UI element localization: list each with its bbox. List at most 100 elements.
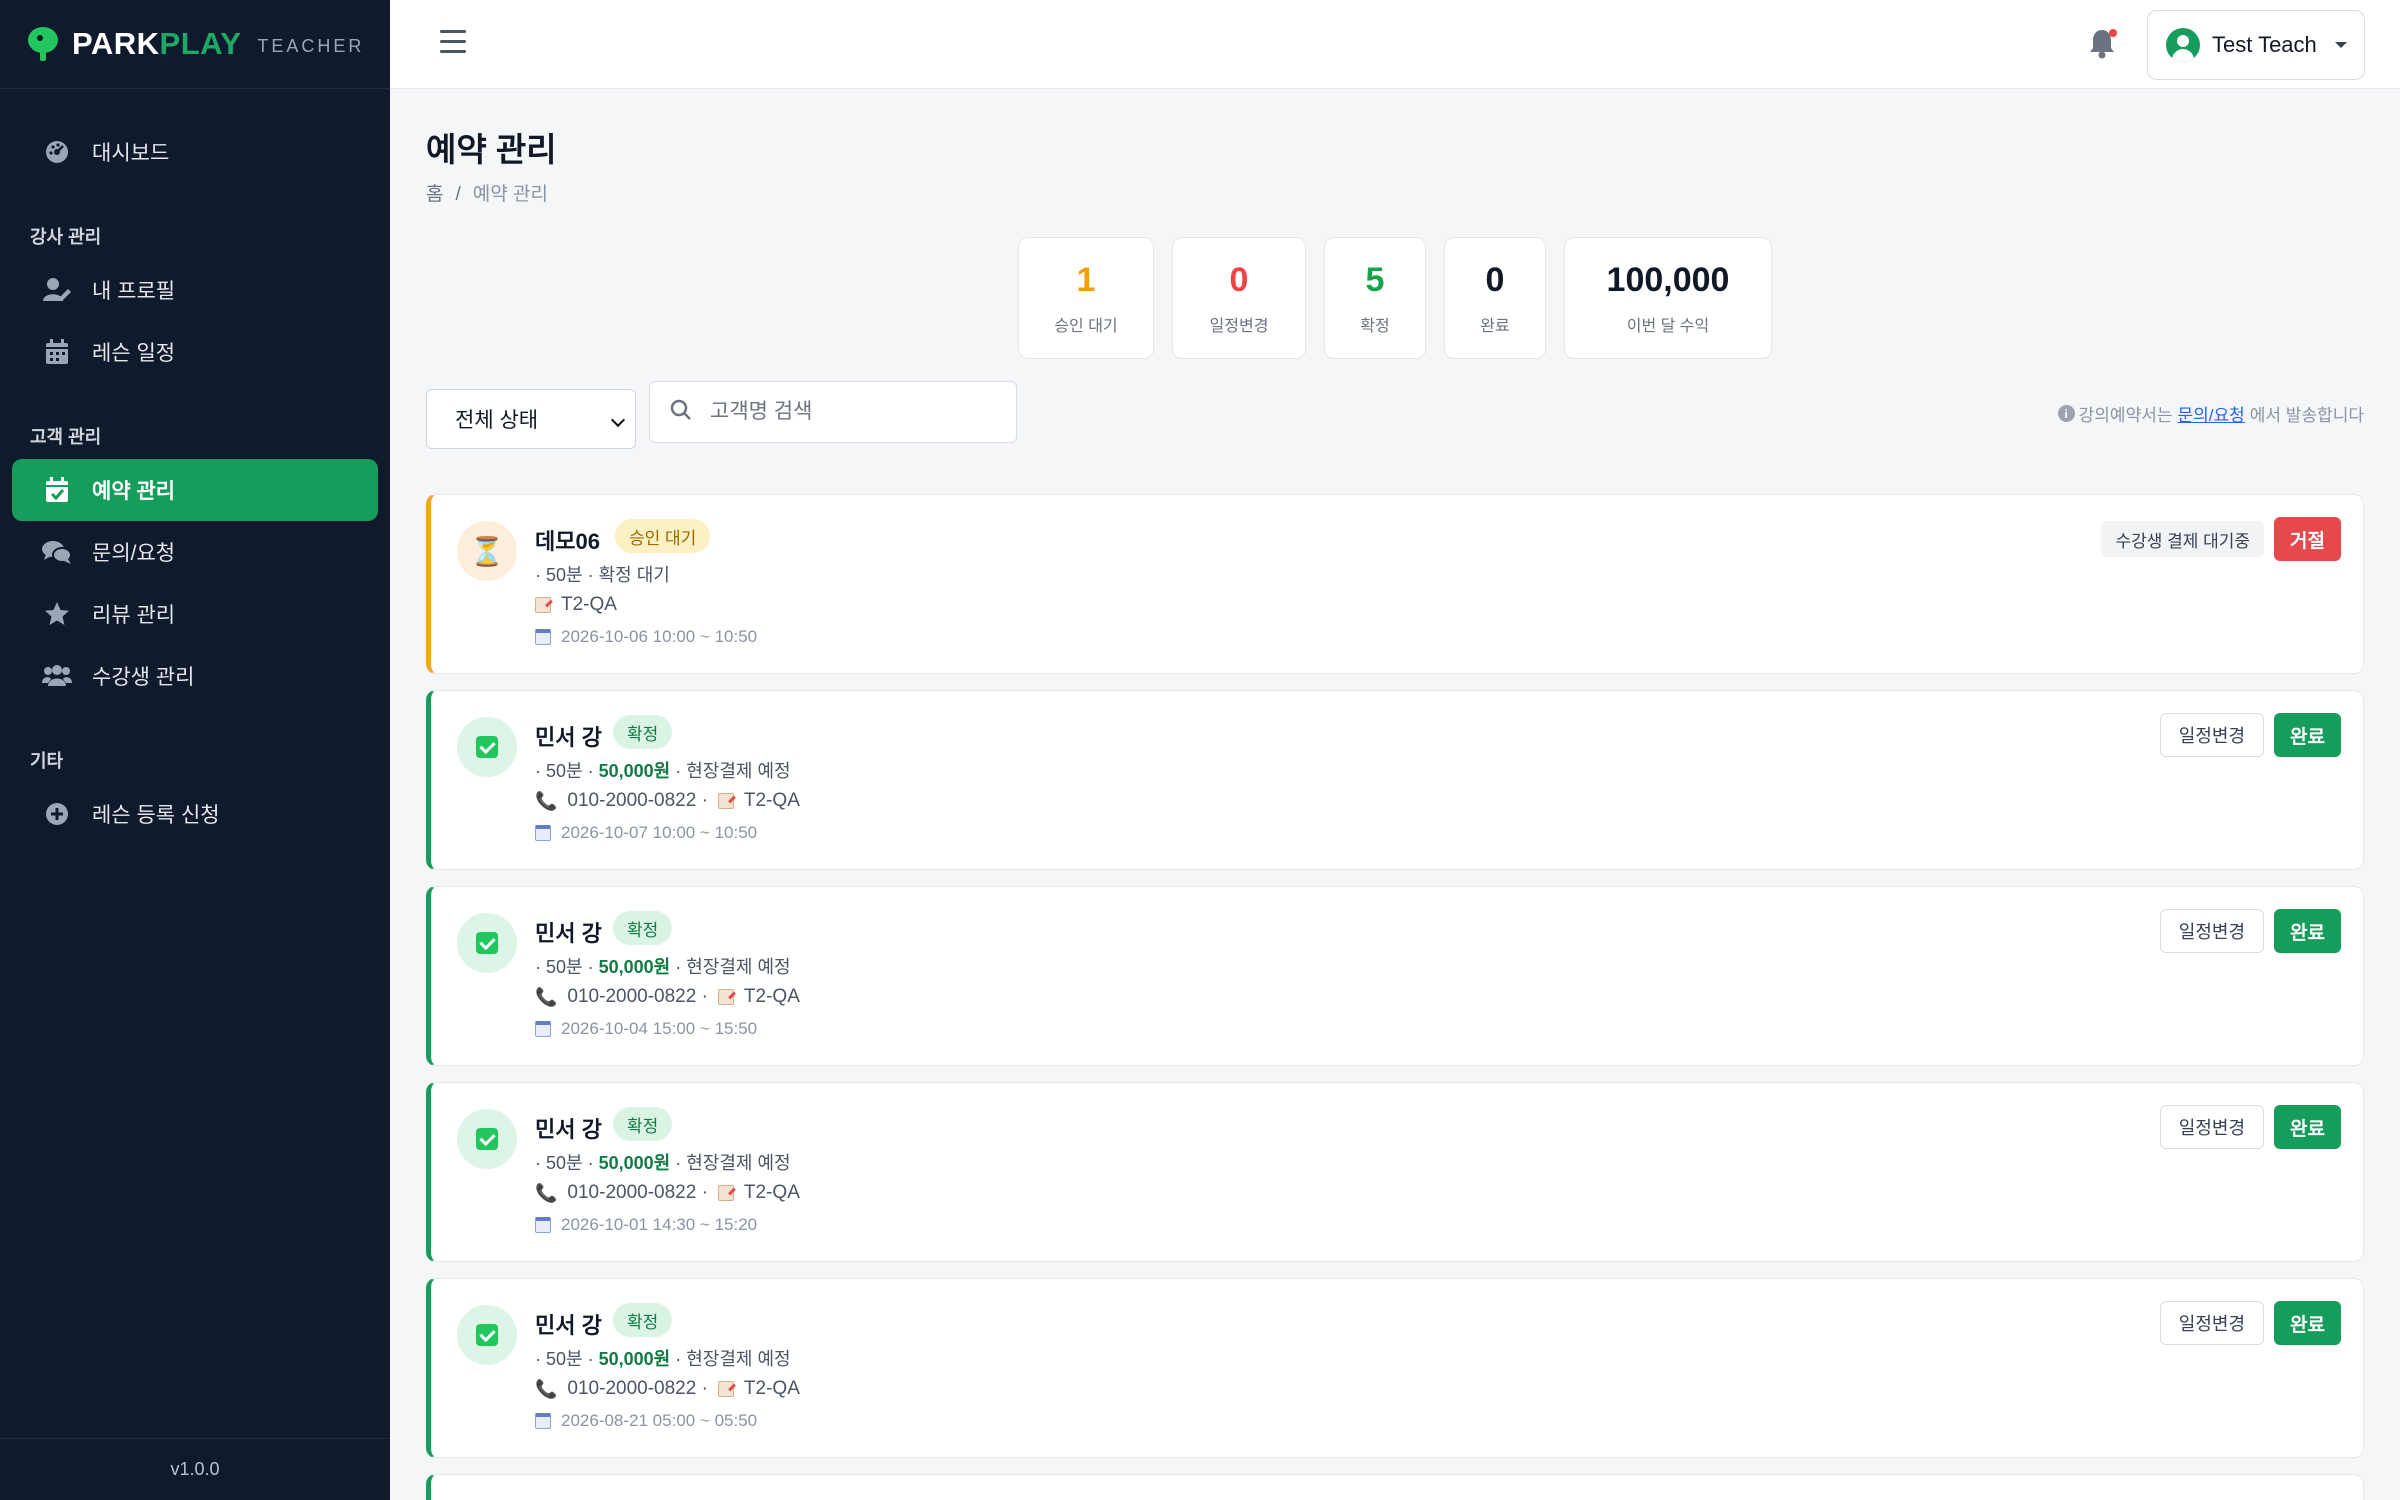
datetime-row: 2026-10-01 14:30 ~ 15:20 (535, 1215, 757, 1235)
complete-button[interactable]: 완료 (2274, 713, 2341, 757)
meta-duration: · 50분 · (535, 761, 594, 781)
meta-payment: · 현장결제 예정 (675, 1349, 791, 1369)
contact-row: 📞 010-2000-0822 · T2-QA (535, 986, 800, 1008)
phone-number: 010-2000-0822 · (567, 790, 708, 811)
reservation-datetime: 2026-10-07 10:00 ~ 10:50 (561, 823, 758, 842)
reject-button[interactable]: 거절 (2274, 517, 2341, 561)
location: T2-QA (743, 1378, 800, 1399)
nav-section-instructor: 강사 관리 (30, 227, 102, 247)
inquiry-link[interactable]: 문의/요청 (2178, 401, 2245, 426)
sidebar-item-lesson-register[interactable]: 레슨 등록 신청 (12, 783, 378, 845)
gauge-icon (42, 137, 72, 167)
menu-toggle-icon[interactable] (440, 30, 466, 56)
sidebar-item-dashboard[interactable]: 대시보드 (12, 121, 378, 183)
users-icon (42, 661, 72, 691)
datetime-row: 2026-10-06 10:00 ~ 10:50 (535, 627, 757, 647)
sidebar-item-label: 문의/요청 (92, 542, 176, 565)
search-icon (670, 399, 692, 426)
stat-label: 이번 달 수익 (1626, 317, 1710, 335)
brand-name-part1: PARK (72, 26, 160, 61)
sidebar-item-inquiries[interactable]: 문의/요청 (12, 521, 378, 583)
stat-card-confirmed: 5 확정 (1324, 237, 1426, 359)
notice-post: 에서 발송합니다 (2249, 406, 2364, 425)
location-row: T2-QA (535, 594, 617, 616)
bell-icon[interactable] (2088, 27, 2118, 61)
reservation-card[interactable]: 민서 강 확정 · 50분 · 50,000원 · 현장결제 예정 📞 010-… (426, 1082, 2364, 1262)
customer-search-input[interactable] (710, 400, 990, 424)
search-box[interactable] (649, 381, 1017, 443)
breadcrumb-separator: / (455, 184, 461, 205)
location: T2-QA (743, 986, 800, 1007)
sidebar-item-lesson-schedule[interactable]: 레슨 일정 (12, 321, 378, 383)
meta-payment: · 현장결제 예정 (675, 761, 791, 781)
price: 50,000원 (598, 1153, 671, 1173)
price: 50,000원 (598, 957, 671, 977)
datetime-row: 2026-10-04 15:00 ~ 15:50 (535, 1019, 757, 1039)
reservation-meta: · 50분 · 50,000원 · 현장결제 예정 (535, 757, 791, 783)
meta-duration: · 50분 · (535, 1153, 594, 1173)
status-badge: 확정 (613, 715, 673, 749)
reservation-card[interactable]: 민서 강 확정 · 50분 · 50,000원 · 현장결제 예정 📞 010-… (426, 690, 2364, 870)
stat-card-completed: 0 완료 (1444, 237, 1546, 359)
reservation-card[interactable]: ⏳ 데모06 승인 대기 · 50분 · 확정 대기 T2-QA 2026-10… (426, 494, 2364, 674)
card-actions: 일정변경 완료 (2159, 1105, 2341, 1149)
phone-icon: 📞 (535, 790, 558, 811)
nav-section-etc: 기타 (30, 751, 64, 771)
memo-icon (535, 597, 551, 613)
complete-button[interactable]: 완료 (2274, 1105, 2341, 1149)
status-badge: 승인 대기 (615, 519, 711, 553)
reservation-card[interactable]: 민서 강 확정 · 50분 · 50,000원 · 현장결제 예정 📞 010-… (426, 1278, 2364, 1458)
reschedule-button[interactable]: 일정변경 (2159, 1105, 2265, 1149)
meta-payment: · 현장결제 예정 (675, 957, 791, 977)
main-content: 예약 관리 홈 / 예약 관리 1 승인 대기 0 일정변경 5 확정 0 완료 1… (426, 89, 2364, 1500)
sidebar-item-label: 내 프로필 (92, 280, 176, 303)
reschedule-button[interactable]: 일정변경 (2159, 713, 2265, 757)
check-box-icon (457, 717, 517, 777)
card-actions: 일정변경 완료 (2159, 909, 2341, 953)
customer-name: 데모06 (535, 529, 600, 554)
contact-row: 📞 010-2000-0822 · T2-QA (535, 1182, 800, 1204)
sidebar-item-students[interactable]: 수강생 관리 (12, 645, 378, 707)
sidebar-item-label: 레슨 등록 신청 (92, 804, 220, 827)
calendar-icon (535, 629, 551, 645)
stat-value: 0 (1485, 260, 1505, 299)
reservation-list: ⏳ 데모06 승인 대기 · 50분 · 확정 대기 T2-QA 2026-10… (426, 494, 2364, 1500)
reservation-card[interactable] (426, 1474, 2364, 1500)
reservation-datetime: 2026-08-21 05:00 ~ 05:50 (561, 1411, 758, 1430)
user-menu-button[interactable]: Test Teach (2147, 10, 2365, 80)
contact-row: 📞 010-2000-0822 · T2-QA (535, 790, 800, 812)
complete-button[interactable]: 완료 (2274, 1301, 2341, 1345)
reservation-meta: · 50분 · 50,000원 · 현장결제 예정 (535, 1345, 791, 1371)
memo-icon (717, 1381, 734, 1397)
complete-button[interactable]: 완료 (2274, 909, 2341, 953)
breadcrumb-current: 예약 관리 (472, 184, 548, 205)
notice-pre: 강의예약서는 (2078, 406, 2173, 425)
calendar-icon (535, 1413, 551, 1429)
breadcrumb-home[interactable]: 홈 (426, 184, 443, 205)
reschedule-button[interactable]: 일정변경 (2159, 1301, 2265, 1345)
page-title: 예약 관리 (426, 131, 557, 168)
stat-label: 완료 (1480, 317, 1510, 335)
status-filter-select[interactable]: 전체 상태 (426, 389, 636, 449)
customer-name: 민서 강 (535, 1117, 602, 1142)
brand-logo[interactable]: PARK PLAY TEACHER (0, 0, 390, 89)
memo-icon (717, 1185, 734, 1201)
filter-bar: 전체 상태 i 강의예약서는 문의/요청 에서 발송합니다 (426, 381, 2364, 451)
sidebar-item-label: 예약 관리 (92, 480, 176, 503)
reschedule-button[interactable]: 일정변경 (2159, 909, 2265, 953)
sidebar-nav: 대시보드 강사 관리 내 프로필 레슨 일정 고객 관리 예약 관리 문의/요청… (0, 89, 390, 845)
reservation-datetime: 2026-10-06 10:00 ~ 10:50 (561, 627, 758, 646)
plus-circle-icon (42, 799, 72, 829)
breadcrumb: 홈 / 예약 관리 (426, 179, 2364, 206)
phone-icon: 📞 (535, 1182, 558, 1203)
sidebar-item-my-profile[interactable]: 내 프로필 (12, 259, 378, 321)
stat-card-monthly-revenue: 100,000 이번 달 수익 (1564, 237, 1772, 359)
status-badge: 확정 (613, 911, 673, 945)
card-actions: 일정변경 완료 (2159, 1301, 2341, 1345)
reservation-card[interactable]: 민서 강 확정 · 50분 · 50,000원 · 현장결제 예정 📞 010-… (426, 886, 2364, 1066)
topbar: Test Teach (390, 0, 2400, 89)
sidebar-item-reservations[interactable]: 예약 관리 (12, 459, 378, 521)
payment-pending-tag: 수강생 결제 대기중 (2101, 521, 2265, 557)
notice-text: i 강의예약서는 문의/요청 에서 발송합니다 (2057, 401, 2364, 426)
sidebar-item-reviews[interactable]: 리뷰 관리 (12, 583, 378, 645)
